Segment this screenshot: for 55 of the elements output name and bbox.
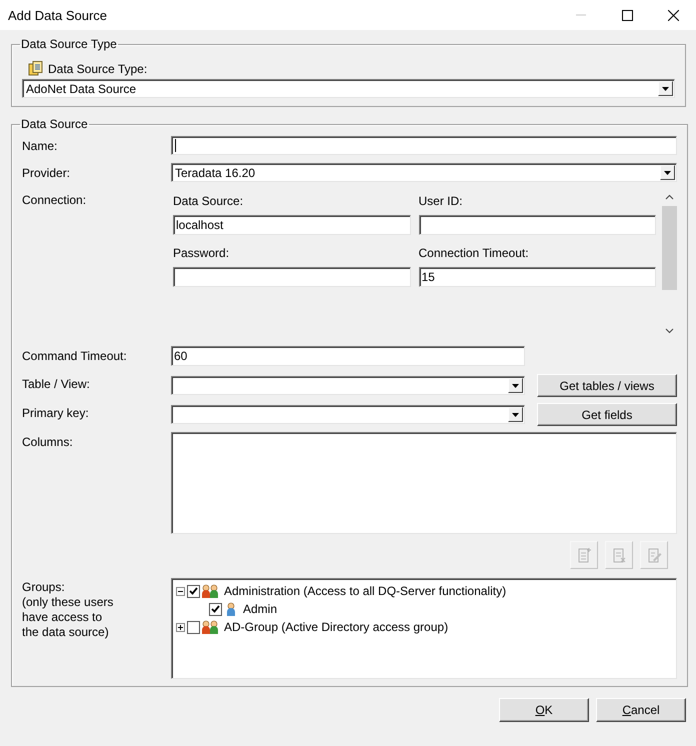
user-group-icon	[202, 584, 219, 598]
maximize-icon	[622, 10, 632, 20]
dropdown-arrow-icon	[512, 384, 519, 388]
tree-item-label[interactable]: AD-Group (Active Directory access group)	[224, 620, 448, 634]
groups-tree[interactable]: Administration (Access to all DQ-Server functionality) Admin AD-Group (Active Directory access group)	[171, 578, 677, 679]
field-label: User ID:	[418, 193, 464, 208]
get-tables-button[interactable]: Get tables / views	[537, 374, 677, 397]
text-field[interactable]	[173, 267, 410, 287]
field-label: Name:	[22, 138, 58, 154]
window-title: Add Data Source	[8, 8, 108, 22]
text-field[interactable]	[418, 215, 656, 235]
minimize-icon	[576, 14, 586, 16]
field-label: Connection Timeout:	[418, 245, 530, 260]
group-title: Data Source	[20, 117, 89, 131]
ok-button[interactable]: OK	[499, 698, 589, 722]
checkbox[interactable]	[209, 602, 222, 616]
group-title: Data Source Type	[20, 37, 118, 51]
field-label: Connection:	[22, 192, 88, 208]
close-icon	[668, 10, 678, 20]
name-field[interactable]	[171, 136, 677, 155]
user-icon	[224, 602, 238, 616]
field-label: Columns:	[22, 434, 74, 450]
field-label: Password:	[173, 245, 230, 260]
field-label: Primary key:	[22, 405, 90, 421]
edit-item-icon	[646, 547, 662, 563]
cancel-button[interactable]: Cancel	[596, 698, 686, 722]
tree-item-label[interactable]: Administration (Access to all DQ-Server functionality)	[224, 584, 506, 598]
text-field[interactable]: localhost	[173, 215, 410, 235]
field-label: Table / View:	[22, 376, 91, 392]
remove-item-icon	[611, 547, 627, 563]
checkbox[interactable]	[187, 584, 200, 598]
dropdown-arrow-icon	[512, 412, 519, 416]
text-field[interactable]: 15	[418, 267, 656, 287]
text-cursor-icon	[174, 139, 178, 152]
field-label: Command Timeout:	[22, 348, 128, 364]
field-label: Provider:	[22, 165, 72, 181]
documents-icon	[28, 61, 43, 76]
table-dropdown[interactable]	[171, 376, 525, 395]
collapse-icon[interactable]	[176, 586, 185, 596]
field-label: Groups: (only these users have access to the data source)	[22, 579, 114, 640]
add-item-icon	[576, 547, 592, 563]
dropdown-arrow-icon	[664, 170, 671, 174]
expand-icon[interactable]	[176, 622, 185, 632]
field-label: Data Source Type:	[48, 62, 148, 76]
type-dropdown[interactable]: AdoNet Data Source	[22, 79, 675, 98]
provider-dropdown[interactable]: Teradata 16.20	[171, 163, 677, 182]
tree-item-label[interactable]: Admin	[243, 602, 278, 616]
primary-key-dropdown[interactable]	[171, 405, 525, 424]
field-label: Data Source:	[173, 193, 244, 208]
checkbox[interactable]	[187, 620, 200, 634]
dropdown-arrow-icon	[662, 86, 669, 90]
columns-list[interactable]	[171, 432, 677, 534]
get-fields-button[interactable]: Get fields	[537, 403, 677, 426]
user-group-icon	[202, 620, 219, 634]
text-field[interactable]: 60	[171, 346, 525, 366]
